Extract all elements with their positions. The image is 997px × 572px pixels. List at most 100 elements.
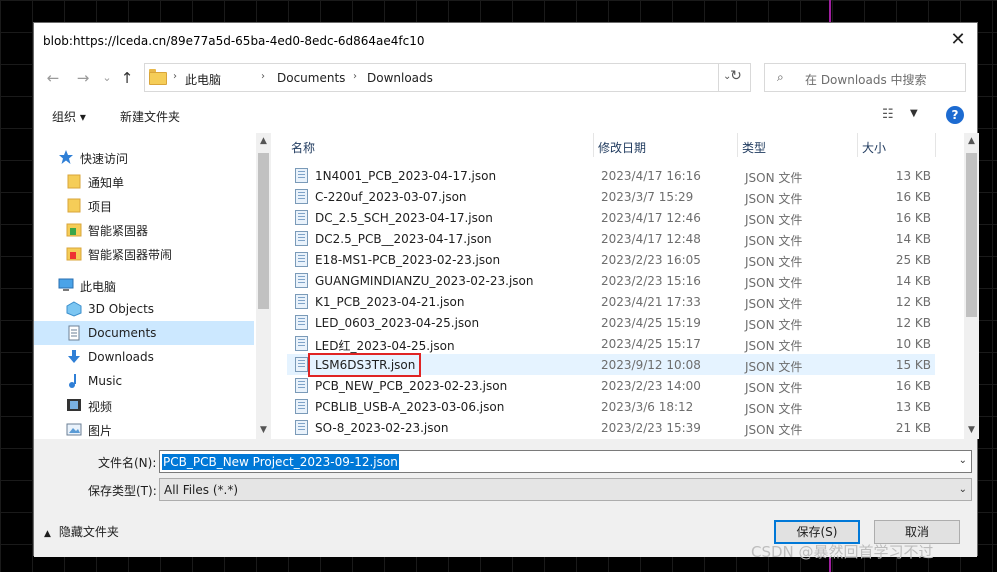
scroll-down-icon[interactable]: ▼ bbox=[964, 425, 979, 435]
sidebar-item-quick-access[interactable]: 快速访问 bbox=[34, 145, 254, 169]
filename-value[interactable]: PCB_PCB_New Project_2023-09-12.json bbox=[162, 454, 399, 470]
file-row[interactable]: DC2.5_PCB__2023-04-17.json 2023/4/17 12:4… bbox=[287, 228, 935, 249]
address-bar[interactable]: › 此电脑 › Documents › Downloads ⌄ bbox=[144, 63, 751, 92]
view-options-icon[interactable]: ☷ bbox=[882, 107, 894, 122]
breadcrumb-downloads[interactable]: Downloads bbox=[367, 71, 433, 85]
file-size: 13 KB bbox=[895, 169, 931, 183]
file-row[interactable]: LSM6DS3TR.json 2023/9/12 10:08 JSON 文件 15 K… bbox=[287, 353, 935, 377]
sidebar-item-music[interactable]: Music bbox=[34, 369, 254, 393]
filename-input[interactable]: PCB_PCB_New Project_2023-09-12.json ⌄ bbox=[159, 450, 972, 473]
sidebar-item-pictures[interactable]: 图片 bbox=[34, 417, 254, 439]
window-title: blob:https://lceda.cn/89e77a5d-65ba-4ed0… bbox=[43, 34, 425, 48]
save-dialog: blob:https://lceda.cn/89e77a5d-65ba-4ed0… bbox=[33, 22, 979, 557]
picture-icon bbox=[66, 423, 82, 436]
sidebar-item-notices[interactable]: 通知单 bbox=[34, 169, 254, 193]
file-row[interactable]: 1N4001_PCB_2023-04-17.json 2023/4/17 16:1… bbox=[287, 165, 935, 186]
help-icon[interactable]: ? bbox=[946, 106, 964, 124]
scrollbar-thumb[interactable] bbox=[258, 153, 269, 309]
folder-icon bbox=[67, 174, 81, 189]
file-row[interactable]: LED红_2023-04-25.json 2023/4/25 15:17 JSON … bbox=[287, 333, 935, 354]
sidebar-item-label: 此电脑 bbox=[80, 280, 117, 294]
file-size: 12 KB bbox=[895, 295, 931, 309]
file-row[interactable]: GUANGMINDIANZU_2023-02-23.json 2023/2/23 … bbox=[287, 270, 935, 291]
json-file-icon bbox=[295, 399, 308, 414]
up-arrow-icon[interactable]: ↑ bbox=[116, 67, 138, 89]
breadcrumb-separator: › bbox=[173, 71, 177, 82]
file-row[interactable]: E18-MS1-PCB_2023-02-23.json 2023/2/23 16:… bbox=[287, 249, 935, 270]
refresh-icon[interactable]: ↻ bbox=[724, 64, 748, 88]
file-name: DC_2.5_SCH_2023-04-17.json bbox=[315, 211, 493, 225]
file-row[interactable]: C-220uf_2023-03-07.json 2023/3/7 15:29 JSO… bbox=[287, 186, 935, 207]
file-date: 2023/4/21 17:33 bbox=[601, 295, 701, 309]
column-header-date[interactable]: 修改日期 bbox=[582, 133, 726, 157]
search-input[interactable]: ⌕ 在 Downloads 中搜索 bbox=[764, 63, 966, 92]
sidebar-item-label: 智能紧固器 bbox=[88, 224, 149, 238]
filetype-select[interactable]: All Files (*.*) ⌄ bbox=[159, 478, 972, 501]
recent-locations-dropdown-icon[interactable]: ⌄ bbox=[96, 67, 118, 89]
file-type: JSON 文件 bbox=[745, 276, 803, 290]
sidebar-scrollbar[interactable]: ▲ ▼ bbox=[256, 133, 271, 439]
file-type: JSON 文件 bbox=[745, 234, 803, 248]
annotation-highlight-box bbox=[308, 353, 421, 377]
file-row[interactable]: PCBLIB_USB-A_2023-03-06.json 2023/3/6 18:… bbox=[287, 396, 935, 417]
download-icon bbox=[68, 350, 80, 363]
file-row[interactable]: DC_2.5_SCH_2023-04-17.json 2023/4/17 12:4… bbox=[287, 207, 935, 228]
column-header-size[interactable]: 大小 bbox=[846, 133, 936, 157]
video-icon bbox=[67, 399, 81, 411]
scrollbar-thumb[interactable] bbox=[966, 153, 977, 317]
scroll-up-icon[interactable]: ▲ bbox=[256, 136, 271, 146]
sidebar-item-label: Downloads bbox=[88, 350, 154, 364]
back-arrow-icon[interactable]: ← bbox=[42, 67, 64, 89]
column-label: 大小 bbox=[862, 141, 887, 155]
file-type: JSON 文件 bbox=[745, 171, 803, 185]
sidebar-item-downloads[interactable]: Downloads bbox=[34, 345, 254, 369]
file-type: JSON 文件 bbox=[745, 423, 803, 437]
divider bbox=[718, 63, 719, 92]
sidebar-item-label: 通知单 bbox=[88, 176, 125, 190]
file-type: JSON 文件 bbox=[745, 402, 803, 416]
new-folder-button[interactable]: 新建文件夹 bbox=[120, 108, 180, 125]
sidebar-item-smart-fastener[interactable]: 智能紧固器 bbox=[34, 217, 254, 241]
sidebar-item-smart-fastener-alarm[interactable]: 智能紧固器带闹 bbox=[34, 241, 254, 265]
sidebar-item-documents[interactable]: Documents bbox=[34, 321, 254, 345]
column-label: 修改日期 bbox=[598, 141, 647, 155]
view-dropdown-icon[interactable]: ▼ bbox=[910, 108, 918, 119]
computer-icon bbox=[58, 278, 74, 291]
sidebar-item-this-pc[interactable]: 此电脑 bbox=[34, 273, 254, 297]
sidebar-item-videos[interactable]: 视频 bbox=[34, 393, 254, 417]
organize-menu-button[interactable]: 组织 ▾ bbox=[52, 108, 86, 125]
scroll-down-icon[interactable]: ▼ bbox=[256, 425, 271, 435]
column-header-type[interactable]: 类型 bbox=[726, 133, 846, 157]
file-name: SO-8_2023-02-23.json bbox=[315, 421, 449, 435]
file-row[interactable]: PCB_NEW_PCB_2023-02-23.json 2023/2/23 14:… bbox=[287, 375, 935, 396]
column-divider[interactable] bbox=[935, 133, 936, 157]
file-name: K1_PCB_2023-04-21.json bbox=[315, 295, 465, 309]
file-row[interactable]: LED_0603_2023-04-25.json 2023/4/25 15:19 J… bbox=[287, 312, 935, 333]
file-date: 2023/4/17 12:48 bbox=[601, 232, 701, 246]
chevron-down-icon[interactable]: ⌄ bbox=[959, 484, 967, 495]
scroll-up-icon[interactable]: ▲ bbox=[964, 136, 979, 146]
hide-folders-toggle[interactable]: ▲ 隐藏文件夹 bbox=[44, 523, 119, 540]
json-file-icon bbox=[295, 252, 308, 267]
breadcrumb-documents[interactable]: Documents bbox=[277, 71, 345, 85]
sidebar-item-3d-objects[interactable]: 3D Objects bbox=[34, 297, 254, 321]
file-type: JSON 文件 bbox=[745, 297, 803, 311]
file-size: 14 KB bbox=[895, 274, 931, 288]
close-icon[interactable]: ✕ bbox=[945, 29, 971, 53]
forward-arrow-icon[interactable]: → bbox=[72, 67, 94, 89]
file-name: DC2.5_PCB__2023-04-17.json bbox=[315, 232, 492, 246]
file-row[interactable]: K1_PCB_2023-04-21.json 2023/4/21 17:33 JSO… bbox=[287, 291, 935, 312]
chevron-down-icon[interactable]: ⌄ bbox=[959, 455, 967, 466]
column-header-name[interactable]: ^ 名称 bbox=[275, 133, 591, 157]
file-row[interactable]: SO-8_2023-02-23.json 2023/2/23 15:39 JSON … bbox=[287, 417, 935, 438]
sidebar-item-projects[interactable]: 项目 bbox=[34, 193, 254, 217]
collapse-icon: ▲ bbox=[44, 529, 51, 539]
sidebar-item-label: 项目 bbox=[88, 200, 113, 214]
file-size: 16 KB bbox=[895, 379, 931, 393]
file-date: 2023/2/23 15:39 bbox=[601, 421, 701, 435]
file-list-scrollbar[interactable]: ▲ ▼ bbox=[964, 133, 979, 439]
json-file-icon bbox=[295, 168, 308, 183]
breadcrumb-this-pc[interactable]: 此电脑 bbox=[185, 71, 221, 88]
file-name: LED红_2023-04-25.json bbox=[315, 339, 455, 353]
file-date: 2023/4/17 12:46 bbox=[601, 211, 701, 225]
